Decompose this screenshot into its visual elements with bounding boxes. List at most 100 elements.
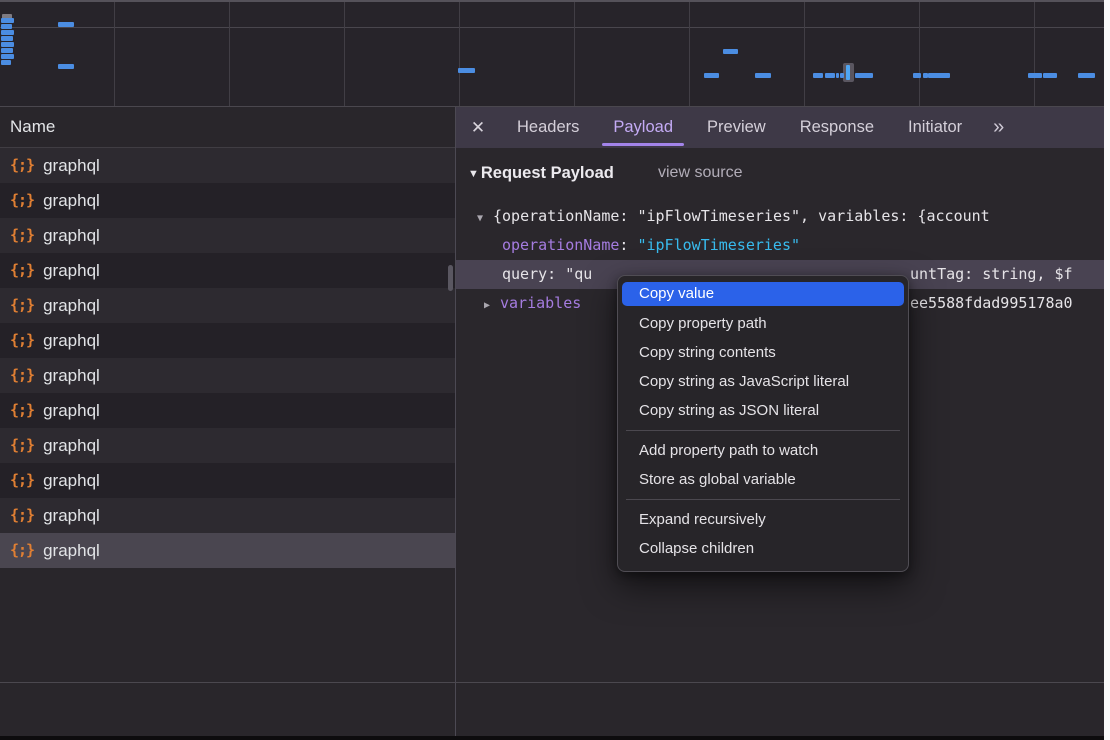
request-rows: {;} graphql {;} graphql {;} graphql {;} grap…	[0, 148, 455, 568]
network-overview-timeline[interactable]	[0, 0, 1104, 107]
object-preview: {operationName: "ipFlowTimeseries", vari…	[493, 207, 990, 225]
network-activity-bar	[1, 42, 14, 47]
overview-gridline	[1034, 2, 1035, 106]
network-request-row[interactable]: {;}graphql	[0, 253, 455, 288]
network-activity-bar	[704, 73, 719, 78]
request-name: graphql	[43, 323, 100, 358]
overview-gridline	[574, 2, 575, 106]
network-request-row[interactable]: {;} graphql	[0, 323, 455, 358]
network-activity-bar	[58, 22, 74, 27]
menu-item-copy-string-js-literal[interactable]: Copy string as JavaScript literal	[618, 367, 908, 396]
network-activity-bar	[1, 60, 11, 65]
menu-separator	[626, 430, 900, 431]
network-activity-bar	[1, 48, 13, 53]
more-tabs-icon[interactable]: »	[993, 116, 1002, 139]
property-key: variables	[500, 294, 581, 312]
network-request-row[interactable]: {;} graphql	[0, 463, 455, 498]
property-value: "ipFlowTimeseries"	[637, 236, 800, 254]
json-request-icon: {;}	[10, 463, 34, 498]
collapse-arrow-icon[interactable]: ▼	[468, 168, 479, 180]
json-request-icon: {;}	[10, 253, 34, 288]
tree-root-row[interactable]: ▼{operationName: "ipFlowTimeseries", var…	[456, 202, 1104, 231]
scrollbar-thumb[interactable]	[448, 265, 453, 291]
detail-tabbar: ✕ Headers Payload Preview Response Initi…	[456, 107, 1104, 148]
network-activity-bar	[755, 73, 771, 78]
key-separator: :	[619, 236, 637, 254]
request-name: graphql	[43, 428, 100, 463]
network-request-row[interactable]: {;} graphql	[0, 393, 455, 428]
network-request-row[interactable]: {;}graphql	[0, 218, 455, 253]
overview-selection-marker[interactable]	[843, 63, 854, 82]
request-name: graphql	[43, 358, 100, 393]
page-right-edge	[1104, 0, 1110, 740]
variables-preview-overflow: ee5588fdad995178a0	[910, 289, 1073, 318]
network-activity-bar	[58, 64, 74, 69]
tree-row-operationname[interactable]: operationName: "ipFlowTimeseries"	[456, 231, 1104, 260]
menu-item-copy-property-path[interactable]: Copy property path	[618, 309, 908, 338]
json-request-icon: {;}	[10, 498, 34, 533]
tab-payload[interactable]: Payload	[596, 107, 690, 148]
devtools-network-window: Name {;} graphql {;} graphql {;} graphql {;…	[0, 0, 1110, 740]
json-request-icon: {;}	[10, 288, 34, 323]
overview-gridline	[689, 2, 690, 106]
menu-item-store-as-global-variable[interactable]: Store as global variable	[618, 465, 908, 494]
view-source-link[interactable]: view source	[658, 164, 742, 182]
close-icon[interactable]: ✕	[456, 118, 500, 138]
tab-response[interactable]: Response	[783, 107, 891, 148]
panel-divider[interactable]	[455, 107, 456, 736]
overview-gridline	[114, 2, 115, 106]
property-key: operationName	[502, 236, 619, 254]
network-request-row[interactable]: {;}graphql	[0, 183, 455, 218]
menu-item-collapse-children[interactable]: Collapse children	[618, 534, 908, 563]
network-activity-bar	[1028, 73, 1042, 78]
json-request-icon: {;}	[10, 393, 34, 428]
menu-item-copy-string-contents[interactable]: Copy string contents	[618, 338, 908, 367]
request-name: graphql	[43, 393, 100, 428]
query-value-overflow: untTag: string, $f	[910, 260, 1073, 289]
request-name: graphql	[43, 288, 100, 323]
network-request-row[interactable]: {;} graphql	[0, 148, 455, 183]
tab-preview[interactable]: Preview	[690, 107, 783, 148]
network-request-row-selected[interactable]: {;}graphql	[0, 533, 455, 568]
status-bar-divider	[0, 682, 1104, 683]
network-activity-bar	[1043, 73, 1057, 78]
network-activity-bar	[1, 54, 14, 59]
overview-selected-request-bar	[846, 65, 850, 80]
network-request-row[interactable]: {;} graphql	[0, 358, 455, 393]
context-menu: Copy value Copy property path Copy strin…	[617, 275, 909, 572]
json-request-icon: {;}	[10, 323, 34, 358]
column-header-label: Name	[10, 117, 55, 136]
network-activity-bar	[723, 49, 738, 54]
menu-item-copy-value[interactable]: Copy value	[622, 282, 904, 306]
network-activity-bar	[855, 73, 873, 78]
json-request-icon: {;}	[10, 183, 34, 218]
window-bottom-edge	[0, 736, 1104, 740]
overview-gridline	[344, 2, 345, 106]
request-payload-section-header[interactable]: ▼Request Payload view source	[456, 148, 1104, 187]
json-request-icon: {;}	[10, 358, 34, 393]
menu-separator	[626, 499, 900, 500]
menu-item-copy-string-json-literal[interactable]: Copy string as JSON literal	[618, 396, 908, 425]
network-request-row[interactable]: {;}graphql	[0, 428, 455, 463]
menu-item-add-property-path-to-watch[interactable]: Add property path to watch	[618, 436, 908, 465]
overview-gridline	[459, 2, 460, 106]
section-title: Request Payload	[481, 164, 614, 183]
collapse-arrow-icon[interactable]: ▼	[477, 204, 493, 231]
network-activity-bar	[1, 30, 14, 35]
json-request-icon: {;}	[10, 218, 34, 253]
tab-initiator[interactable]: Initiator	[891, 107, 979, 148]
network-activity-bar	[928, 73, 950, 78]
menu-item-expand-recursively[interactable]: Expand recursively	[618, 505, 908, 534]
request-name: graphql	[43, 463, 100, 498]
network-activity-bar	[840, 73, 844, 78]
expand-arrow-icon[interactable]: ▶	[484, 291, 500, 318]
column-header-name[interactable]: Name	[0, 107, 455, 148]
network-request-row[interactable]: {;} graphql	[0, 288, 455, 323]
overview-gridline	[229, 2, 230, 106]
json-request-icon: {;}	[10, 148, 34, 183]
network-request-row[interactable]: {;} graphql	[0, 498, 455, 533]
tab-headers[interactable]: Headers	[500, 107, 596, 148]
request-name: graphql	[43, 498, 100, 533]
overview-horizontal-gridline	[0, 27, 1104, 28]
request-name: graphql	[43, 148, 100, 183]
